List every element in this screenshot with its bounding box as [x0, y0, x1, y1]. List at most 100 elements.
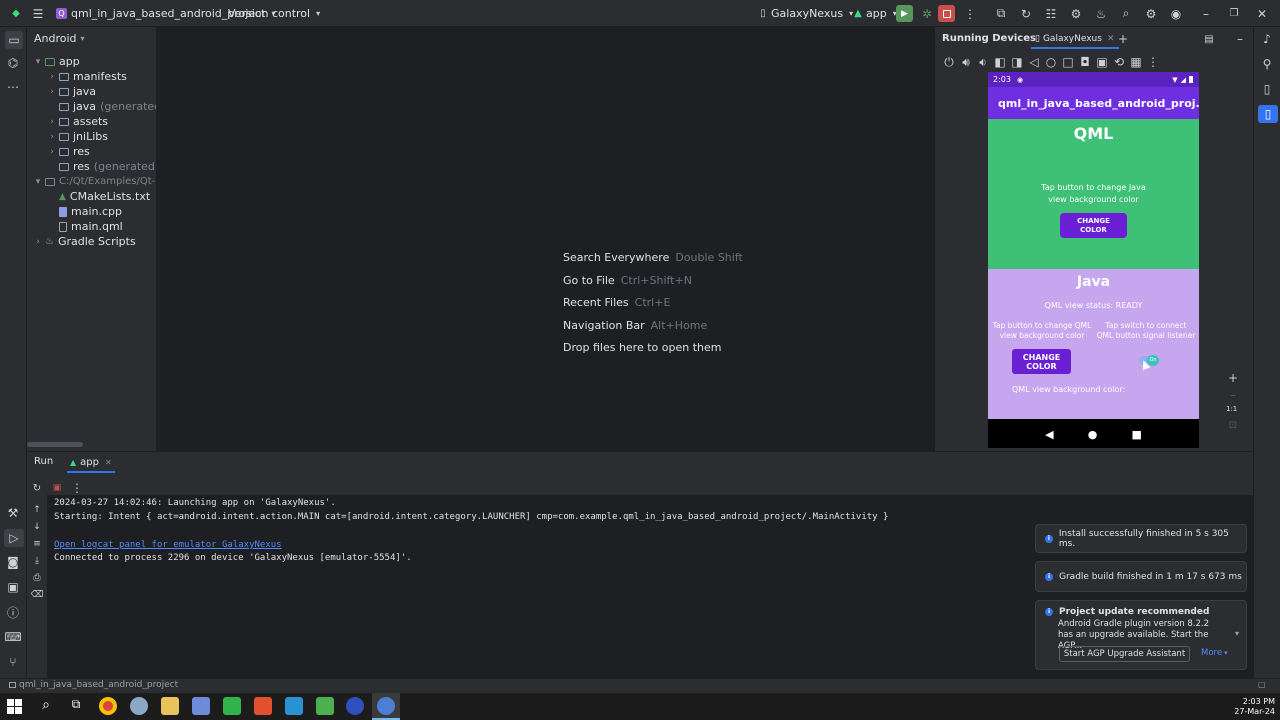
version-control-menu[interactable]: Version control ▾	[228, 0, 326, 27]
toolbar-action-2[interactable]: ↻	[1018, 0, 1034, 27]
chrome-icon[interactable]	[99, 697, 117, 715]
system-clock[interactable]: 2:03 PM 27-Mar-24	[1230, 697, 1275, 717]
rotate-left-icon[interactable]: ◧	[992, 54, 1008, 70]
main-menu-button[interactable]: ☰	[30, 0, 46, 27]
terminal-tool-button[interactable]: ⌨	[4, 629, 21, 645]
tab-app[interactable]: ▲ app ✕	[67, 453, 115, 473]
overview-icon[interactable]: □	[1060, 54, 1076, 70]
vcs-tool-button[interactable]: ⑂	[5, 654, 21, 670]
toolbar-action-1[interactable]: ⧉	[993, 0, 1009, 27]
notification-gradle[interactable]: i Gradle build finished in 1 m 17 s 673 …	[1035, 561, 1247, 592]
device-selector[interactable]: ▯ GalaxyNexus ▾	[755, 0, 859, 27]
back-icon[interactable]: ◁	[1026, 54, 1042, 70]
task-view-icon[interactable]: ⧉	[67, 697, 85, 715]
close-icon[interactable]: ✕	[105, 458, 112, 467]
scroll-to-end-icon[interactable]: ⤓	[29, 553, 45, 569]
project-view-selector[interactable]: Android ▾	[34, 32, 85, 45]
device-manager-tool-button[interactable]: ▯	[1259, 81, 1275, 97]
search-icon[interactable]: ⌕	[37, 697, 55, 715]
camera-icon[interactable]: ◘	[1077, 54, 1093, 70]
logcat-tool-button[interactable]: ◙	[5, 554, 21, 570]
print-icon[interactable]: ⎙	[29, 570, 45, 586]
notification-project-update[interactable]: i Project update recommended Android Gra…	[1035, 600, 1247, 670]
hint-go-to-file[interactable]: Go to File Ctrl+Shift+N	[563, 274, 692, 287]
zoom-out-button[interactable]: –	[1225, 387, 1241, 403]
hide-panel-button[interactable]: –	[1232, 31, 1248, 47]
zoom-actual-size-button[interactable]: 1:1	[1226, 405, 1237, 413]
nav-recents-icon[interactable]: ■	[1132, 428, 1142, 441]
problems-tool-button[interactable]: ⓘ	[5, 604, 21, 620]
trash-icon[interactable]: ⌫	[29, 587, 45, 603]
gradle-tool-button[interactable]: ⚲	[1259, 56, 1275, 72]
emulator-screen[interactable]: 2:03 ◉ ▼ ◢ qml_in_java_based_android_pro…	[988, 72, 1199, 448]
home-icon[interactable]: ○	[1043, 54, 1059, 70]
project-tool-button[interactable]: ▭	[5, 31, 23, 49]
java-change-color-button[interactable]: CHANGE COLOR	[1012, 349, 1071, 374]
qml-change-color-button[interactable]: CHANGE COLOR	[1060, 213, 1127, 238]
tree-item-jnilibs[interactable]: › jniLibs	[47, 129, 108, 144]
power-icon[interactable]: ⏻	[941, 54, 957, 70]
tree-item-res-generated[interactable]: res (generated)	[47, 159, 159, 174]
more-link[interactable]: More ▾	[1201, 648, 1228, 658]
rotate-right-icon[interactable]: ◨	[1009, 54, 1025, 70]
volume-up-icon[interactable]: 🔊︎	[958, 54, 974, 70]
tree-item-java[interactable]: › java	[47, 84, 96, 99]
tree-item-app[interactable]: ▾ app	[33, 54, 80, 69]
minimize-button[interactable]: –	[1198, 0, 1214, 27]
nav-back-icon[interactable]: ◀	[1045, 428, 1053, 441]
zoom-fit-button[interactable]: ⊡	[1225, 417, 1241, 434]
tree-item-res[interactable]: › res	[47, 144, 90, 159]
more-vertical-icon[interactable]: ⋮	[1145, 54, 1161, 70]
nav-home-icon[interactable]: ●	[1088, 428, 1098, 441]
app-taskbar-icon-1[interactable]	[130, 697, 148, 715]
restore-button[interactable]: ❐	[1226, 0, 1242, 27]
settings-button[interactable]: ⚙	[1143, 0, 1159, 27]
tab-galaxynexus[interactable]: ▯ GalaxyNexus ✕	[1031, 31, 1119, 49]
structure-tool-button[interactable]: ⌬	[5, 55, 21, 71]
app-taskbar-icon-6[interactable]	[316, 697, 334, 715]
app-taskbar-icon-7[interactable]	[346, 697, 364, 715]
tree-item-main-qml[interactable]: main.qml	[47, 219, 123, 234]
more-actions-button[interactable]: ⋮	[962, 0, 978, 27]
toolbar-action-4[interactable]: ⚙	[1068, 0, 1084, 27]
stop-button[interactable]	[938, 5, 955, 22]
tree-item-java-generated[interactable]: java (generated)	[47, 99, 165, 114]
close-icon[interactable]: ✕	[1107, 34, 1115, 44]
run-button[interactable]: ▶	[896, 5, 913, 22]
running-devices-tool-button[interactable]: ▯	[1258, 105, 1278, 123]
app-taskbar-icon-2[interactable]	[192, 697, 210, 715]
volume-down-icon[interactable]: 🔉︎	[975, 54, 991, 70]
rerun-icon[interactable]: ↻	[29, 480, 45, 496]
arrow-up-icon[interactable]: ↑	[29, 502, 45, 518]
soft-wrap-icon[interactable]: ≡	[29, 536, 45, 552]
toolbar-action-5[interactable]: ♨	[1093, 0, 1109, 27]
android-studio-taskbar-icon[interactable]	[372, 693, 400, 720]
file-explorer-icon[interactable]	[161, 697, 179, 715]
app-taskbar-icon-4[interactable]	[254, 697, 272, 715]
hint-search-everywhere[interactable]: Search Everywhere Double Shift	[563, 251, 743, 264]
extended-controls-icon[interactable]: ▦	[1128, 54, 1144, 70]
status-widget-icon[interactable]: ▢	[1258, 680, 1266, 689]
run-config-selector[interactable]: ▲ app ▾	[850, 0, 903, 27]
tree-item-assets[interactable]: › assets	[47, 114, 108, 129]
toolbar-action-3[interactable]: ☷	[1043, 0, 1059, 27]
tree-item-gradle-scripts[interactable]: › ♨ Gradle Scripts	[33, 234, 136, 249]
more-vertical-icon[interactable]: ⋮	[69, 480, 85, 496]
account-button[interactable]: ◉	[1168, 0, 1184, 27]
hint-recent-files[interactable]: Recent Files Ctrl+E	[563, 296, 670, 309]
tree-item-cmakelists[interactable]: ▲ CMakeLists.txt	[47, 189, 150, 204]
notification-install[interactable]: i Install successfully finished in 5 s 3…	[1035, 524, 1247, 553]
search-button[interactable]: ⌕	[1118, 0, 1134, 27]
record-icon[interactable]: ▣	[1094, 54, 1110, 70]
panel-layout-button[interactable]: ▤	[1201, 31, 1217, 48]
app-taskbar-icon-3[interactable]	[223, 697, 241, 715]
horizontal-scrollbar[interactable]	[27, 442, 83, 447]
breadcrumb[interactable]: qml_in_java_based_android_project	[9, 680, 178, 690]
arrow-down-icon[interactable]: ↓	[29, 519, 45, 535]
tree-item-main-cpp[interactable]: main.cpp	[47, 204, 122, 219]
run-tool-button[interactable]: ▷	[4, 529, 24, 547]
zoom-in-button[interactable]: +	[1225, 370, 1241, 386]
app-taskbar-icon-5[interactable]	[285, 697, 303, 715]
start-agp-upgrade-button[interactable]: Start AGP Upgrade Assistant	[1059, 646, 1190, 662]
close-button[interactable]: ✕	[1254, 0, 1270, 27]
